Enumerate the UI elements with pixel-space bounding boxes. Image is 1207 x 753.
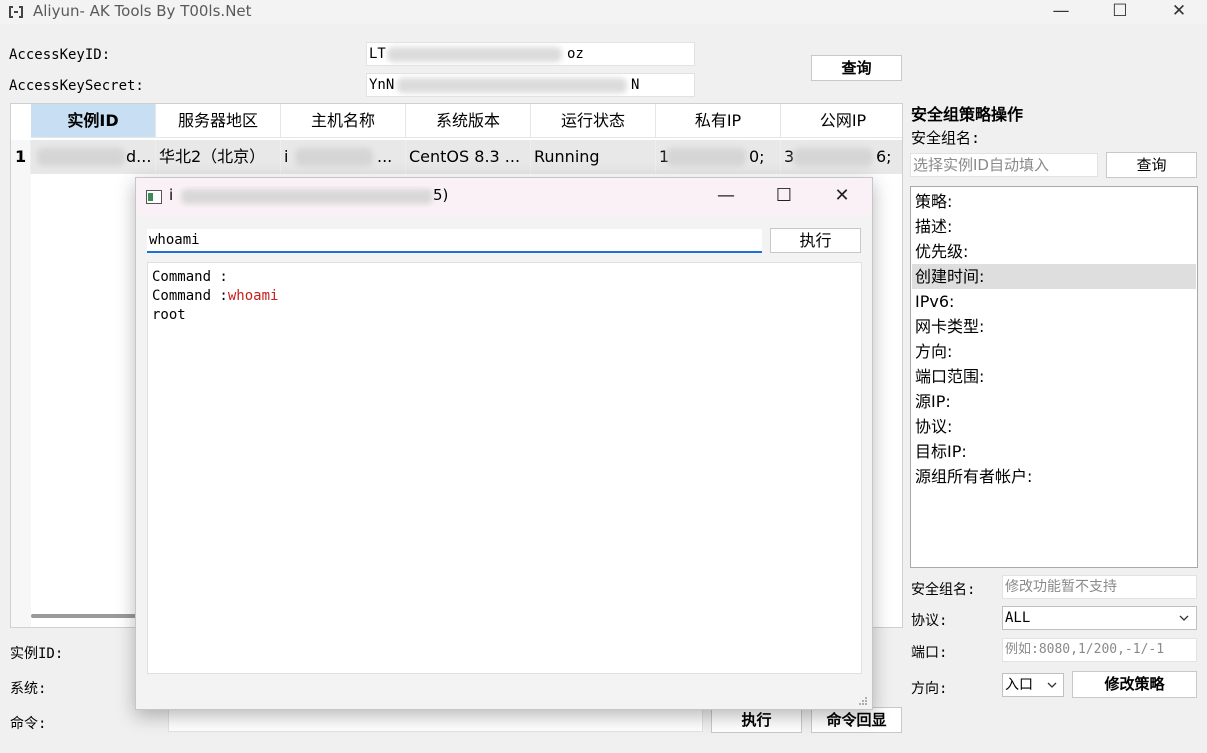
access-key-secret-input[interactable]: YnN N <box>366 73 695 97</box>
maximize-icon[interactable]: ☐ <box>755 178 813 216</box>
cell-os[interactable]: CentOS 8.3 ... <box>406 140 531 174</box>
protocol-label: 协议: <box>911 613 948 629</box>
cell-status[interactable]: Running <box>531 140 656 174</box>
protocol-select[interactable]: ALL <box>1002 606 1197 630</box>
list-item[interactable]: IPv6: <box>912 289 1196 314</box>
list-item[interactable]: 优先级: <box>912 239 1196 264</box>
dialog-execute-button[interactable]: 执行 <box>770 228 861 253</box>
cell-private-ip[interactable]: 1 0; <box>656 140 781 174</box>
list-item[interactable]: 方向: <box>912 339 1196 364</box>
protocol-value: ALL <box>1005 610 1031 626</box>
cell-region[interactable]: 华北2（北京） <box>156 140 281 174</box>
redaction-blur <box>666 148 746 166</box>
port-input[interactable]: 例如:8080,1/200,-1/-1 <box>1002 638 1197 662</box>
execute-button[interactable]: 执行 <box>711 707 802 733</box>
hostname-suffix: ... <box>377 147 393 166</box>
output-line: Command : <box>152 269 228 285</box>
column-header-region[interactable]: 服务器地区 <box>156 104 281 138</box>
column-header-hostname[interactable]: 主机名称 <box>281 104 406 138</box>
edit-group-name-input[interactable]: 修改功能暂不支持 <box>1002 575 1197 599</box>
minimize-icon[interactable]: — <box>697 178 755 216</box>
redaction-blur <box>181 189 433 204</box>
resize-grip-icon[interactable] <box>858 696 868 706</box>
modify-policy-button[interactable]: 修改策略 <box>1072 671 1197 698</box>
security-group-section-title: 安全组策略操作 <box>911 105 1024 124</box>
command-output: Command : Command :whoami root <box>147 262 862 674</box>
system-label: 系统: <box>10 681 47 697</box>
list-item[interactable]: 描述: <box>912 214 1196 239</box>
minimize-icon[interactable]: — <box>1031 0 1091 24</box>
public-ip-suffix: 6; <box>876 147 892 166</box>
output-line: root <box>152 307 186 323</box>
list-item[interactable]: 目标IP: <box>912 439 1196 464</box>
access-key-secret-prefix: YnN <box>369 77 395 93</box>
list-item-selected[interactable]: 创建时间: <box>912 264 1196 289</box>
column-header-os[interactable]: 系统版本 <box>406 104 531 138</box>
window-title: Aliyun- AK Tools By T00ls.Net <box>33 2 252 20</box>
row-header-gutter <box>11 174 31 627</box>
instance-id-label: 实例ID: <box>10 646 64 662</box>
dialog-title: i 5) <box>169 186 459 208</box>
redaction-blur <box>397 78 627 93</box>
list-item[interactable]: 源组所有者帐户: <box>912 464 1196 489</box>
access-key-secret-label: AccessKeySecret: <box>9 78 144 94</box>
list-item[interactable]: 源IP: <box>912 389 1196 414</box>
cell-public-ip[interactable]: 3 6; <box>781 140 902 174</box>
policy-list[interactable]: 策略: 描述: 优先级: 创建时间: IPv6: 网卡类型: 方向: 端口范围:… <box>910 186 1198 568</box>
output-line: Command :whoami <box>152 288 279 304</box>
list-item[interactable]: 网卡类型: <box>912 314 1196 339</box>
chevron-down-icon <box>1179 615 1189 621</box>
column-header-status[interactable]: 运行状态 <box>531 104 656 138</box>
column-header-private-ip[interactable]: 私有IP <box>656 104 781 138</box>
port-label: 端口: <box>911 645 948 661</box>
column-header-instance-id[interactable]: 实例ID <box>31 104 156 138</box>
group-name-input[interactable]: 选择实例ID自动填入 <box>910 153 1098 177</box>
dialog-command-input[interactable]: whoami <box>147 229 762 253</box>
access-key-id-suffix: oz <box>567 46 584 62</box>
list-item[interactable]: 端口范围: <box>912 364 1196 389</box>
close-icon[interactable]: ✕ <box>1149 0 1207 24</box>
access-key-id-input[interactable]: LT oz <box>366 42 695 66</box>
dialog-title-suffix: 5) <box>433 186 449 204</box>
private-ip-suffix: 0; <box>749 147 765 166</box>
cell-instance-id[interactable]: d... <box>31 140 156 174</box>
query-button[interactable]: 查询 <box>811 55 902 81</box>
redaction-blur <box>793 148 873 166</box>
command-label: 命令: <box>10 716 47 732</box>
window-icon <box>146 190 162 204</box>
hostname-prefix: i <box>284 147 289 166</box>
direction-value: 入口 <box>1005 677 1033 693</box>
redaction-blur <box>295 148 373 166</box>
close-icon[interactable]: ✕ <box>813 178 871 216</box>
chevron-down-icon <box>1047 682 1057 688</box>
echo-button[interactable]: 命令回显 <box>811 707 902 733</box>
command-input[interactable] <box>168 708 703 732</box>
edit-group-name-label: 安全组名: <box>911 582 976 598</box>
app-icon <box>9 6 23 18</box>
redaction-blur <box>387 47 562 62</box>
group-name-label: 安全组名: <box>911 129 981 147</box>
list-item[interactable]: 策略: <box>912 189 1196 214</box>
list-item[interactable]: 协议: <box>912 414 1196 439</box>
dialog-title-prefix: i <box>169 186 174 204</box>
direction-label: 方向: <box>911 681 948 697</box>
sg-query-button[interactable]: 查询 <box>1106 152 1197 178</box>
access-key-id-prefix: LT <box>369 46 386 62</box>
cell-hostname[interactable]: i... <box>281 140 406 174</box>
maximize-icon[interactable]: ☐ <box>1090 0 1150 24</box>
column-header-public-ip[interactable]: 公网IP <box>781 104 902 138</box>
instance-id-suffix: d... <box>126 147 152 166</box>
redaction-blur <box>37 148 125 166</box>
command-dialog: i 5) — ☐ ✕ whoami 执行 Command : Command :… <box>135 177 873 710</box>
access-key-secret-suffix: N <box>631 77 640 93</box>
access-key-id-label: AccessKeyID: <box>9 47 111 63</box>
row-number: 1 <box>11 140 31 174</box>
direction-select[interactable]: 入口 <box>1002 673 1064 697</box>
